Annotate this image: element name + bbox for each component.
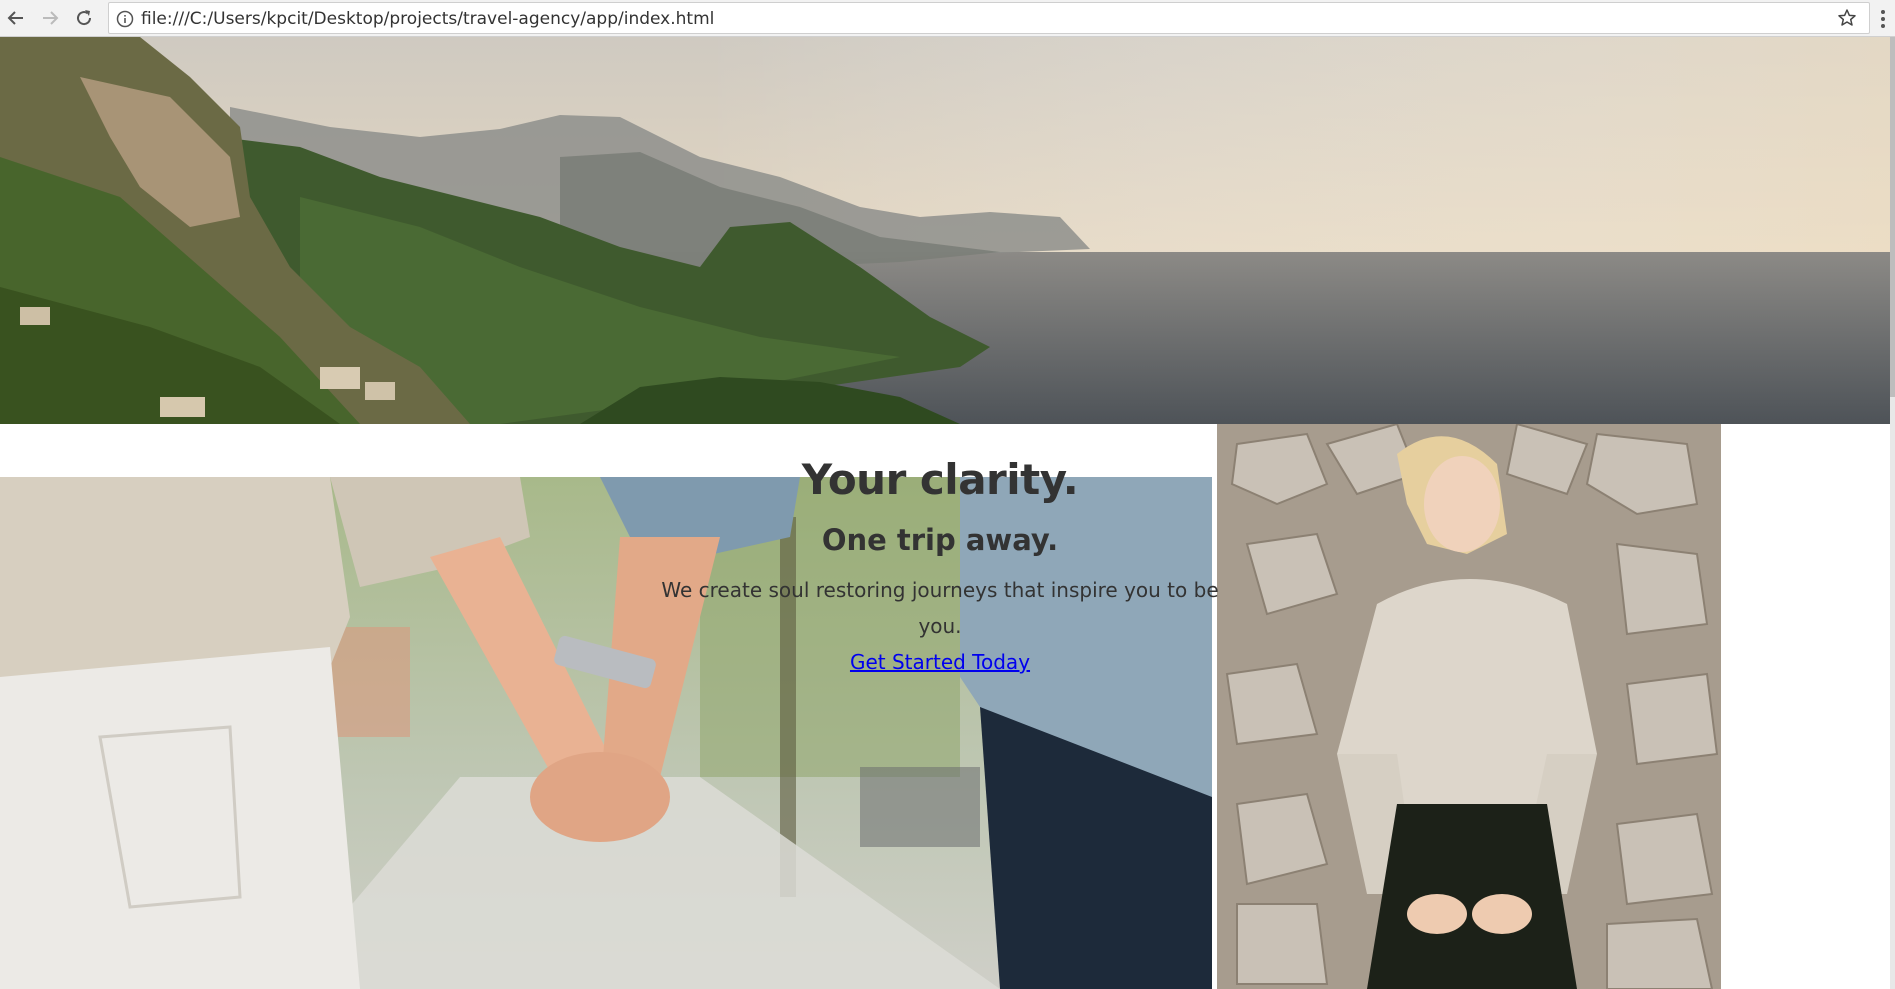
hero-landscape-image (0, 37, 1890, 424)
woman-in-sweater-image (1217, 424, 1721, 989)
get-started-link[interactable]: Get Started Today (850, 650, 1030, 674)
back-arrow-icon (7, 11, 23, 25)
scrollbar[interactable] (1890, 37, 1895, 989)
info-icon[interactable] (116, 10, 134, 28)
intro-section: Your clarity. One trip away. We create s… (640, 450, 1240, 674)
hero-title: Your clarity. (801, 455, 1079, 504)
star-icon[interactable] (1837, 8, 1857, 28)
address-bar[interactable]: file:///C:/Users/kpcit/Desktop/projects/… (108, 2, 1870, 34)
scrollbar-thumb[interactable] (1890, 37, 1895, 397)
hero-tagline: We create soul restoring journeys that i… (661, 578, 1219, 638)
back-button[interactable] (2, 4, 30, 32)
forward-button[interactable] (36, 4, 64, 32)
url-text[interactable]: file:///C:/Users/kpcit/Desktop/projects/… (141, 9, 714, 29)
forward-arrow-icon (43, 11, 59, 25)
reload-icon (77, 10, 92, 26)
browser-toolbar: file:///C:/Users/kpcit/Desktop/projects/… (0, 0, 1895, 37)
kebab-menu-icon[interactable] (1880, 9, 1886, 29)
reload-button[interactable] (70, 4, 98, 32)
hero-subtitle: One trip away. (821, 523, 1059, 557)
